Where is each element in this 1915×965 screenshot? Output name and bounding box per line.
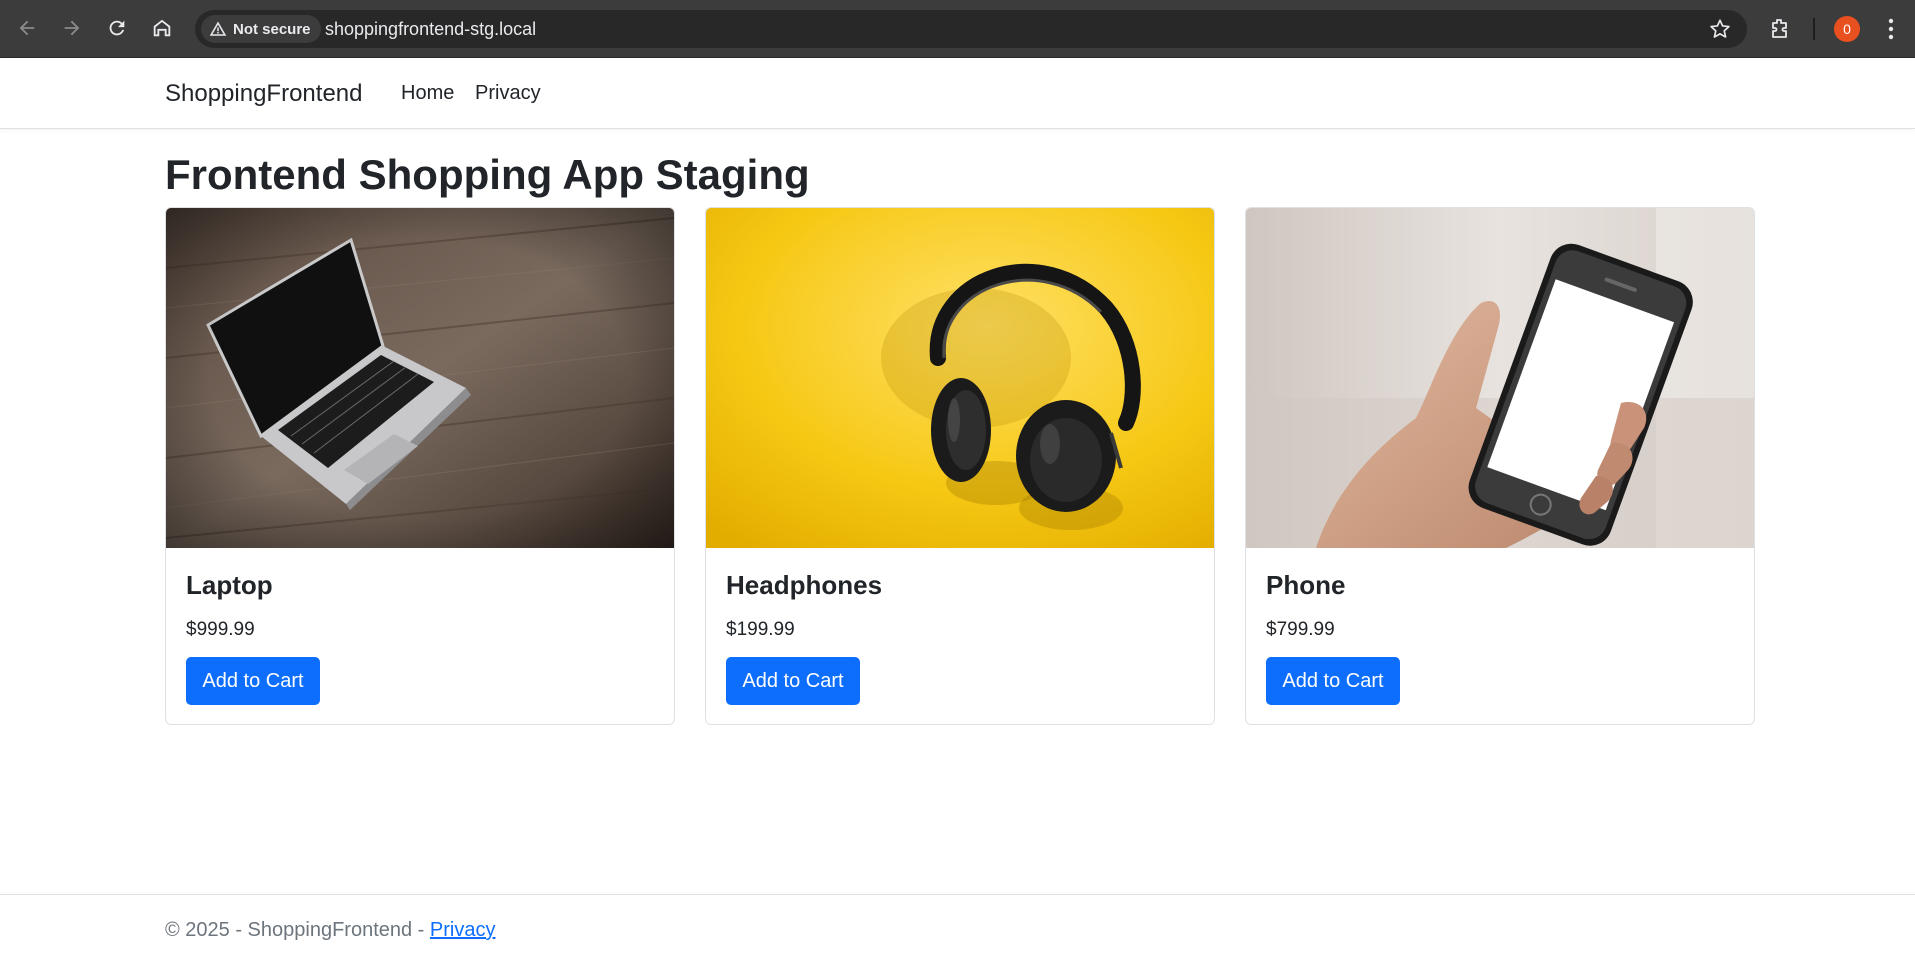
home-button[interactable] xyxy=(144,10,180,46)
toolbar-divider xyxy=(1813,18,1815,40)
security-label: Not secure xyxy=(233,20,311,38)
copyright-text: © 2025 - ShoppingFrontend - xyxy=(165,919,430,941)
product-card-laptop: Laptop $999.99 Add to Cart xyxy=(165,207,675,725)
add-to-cart-button[interactable]: Add to Cart xyxy=(726,657,860,705)
profile-avatar[interactable]: 0 xyxy=(1834,16,1860,42)
product-name: Phone xyxy=(1266,570,1346,600)
bookmark-button[interactable] xyxy=(1707,16,1733,42)
profile-badge: 0 xyxy=(1843,21,1851,37)
site-navbar: ShoppingFrontend Home Privacy xyxy=(0,58,1915,129)
warning-icon xyxy=(209,21,227,36)
product-card-headphones: Headphones $199.99 Add to Cart xyxy=(705,207,1215,725)
site-footer: © 2025 - ShoppingFrontend - Privacy xyxy=(0,894,1915,965)
nav-link-home[interactable]: Home xyxy=(401,58,454,129)
page-title: Frontend Shopping App Staging xyxy=(165,151,810,198)
puzzle-icon xyxy=(1772,19,1787,38)
browser-toolbar: Not secure shoppingfrontend-stg.local 0 xyxy=(0,0,1915,58)
headphones-image xyxy=(706,208,1214,548)
kebab-menu-icon xyxy=(1888,18,1894,40)
laptop-image xyxy=(166,208,674,548)
product-price: $199.99 xyxy=(726,619,795,640)
address-bar[interactable]: Not secure shoppingfrontend-stg.local xyxy=(195,10,1747,48)
product-name: Laptop xyxy=(186,570,273,600)
brand-link[interactable]: ShoppingFrontend xyxy=(165,58,362,129)
home-icon xyxy=(153,19,171,37)
reload-button[interactable] xyxy=(99,10,135,46)
headphones-photo xyxy=(706,208,1214,548)
arrow-right-icon xyxy=(64,20,80,36)
nav-link-privacy[interactable]: Privacy xyxy=(475,58,541,129)
browser-menu-button[interactable] xyxy=(1876,12,1906,46)
forward-button[interactable] xyxy=(54,10,90,46)
product-name: Headphones xyxy=(726,570,883,600)
laptop-photo xyxy=(166,208,674,548)
product-price: $999.99 xyxy=(186,619,255,640)
star-icon xyxy=(1710,19,1730,38)
extensions-button[interactable] xyxy=(1763,12,1797,46)
arrow-left-icon xyxy=(19,20,35,36)
back-button[interactable] xyxy=(9,10,45,46)
phone-photo xyxy=(1246,208,1754,548)
footer-text: © 2025 - ShoppingFrontend - Privacy xyxy=(165,895,495,965)
product-card-phone: Phone $799.99 Add to Cart xyxy=(1245,207,1755,725)
product-price: $799.99 xyxy=(1266,619,1335,640)
add-to-cart-button[interactable]: Add to Cart xyxy=(1266,657,1400,705)
phone-image xyxy=(1246,208,1754,548)
security-indicator[interactable]: Not secure xyxy=(201,15,321,43)
url-text[interactable]: shoppingfrontend-stg.local xyxy=(325,10,536,48)
footer-privacy-link[interactable]: Privacy xyxy=(430,919,496,941)
reload-icon xyxy=(109,20,125,36)
add-to-cart-button[interactable]: Add to Cart xyxy=(186,657,320,705)
